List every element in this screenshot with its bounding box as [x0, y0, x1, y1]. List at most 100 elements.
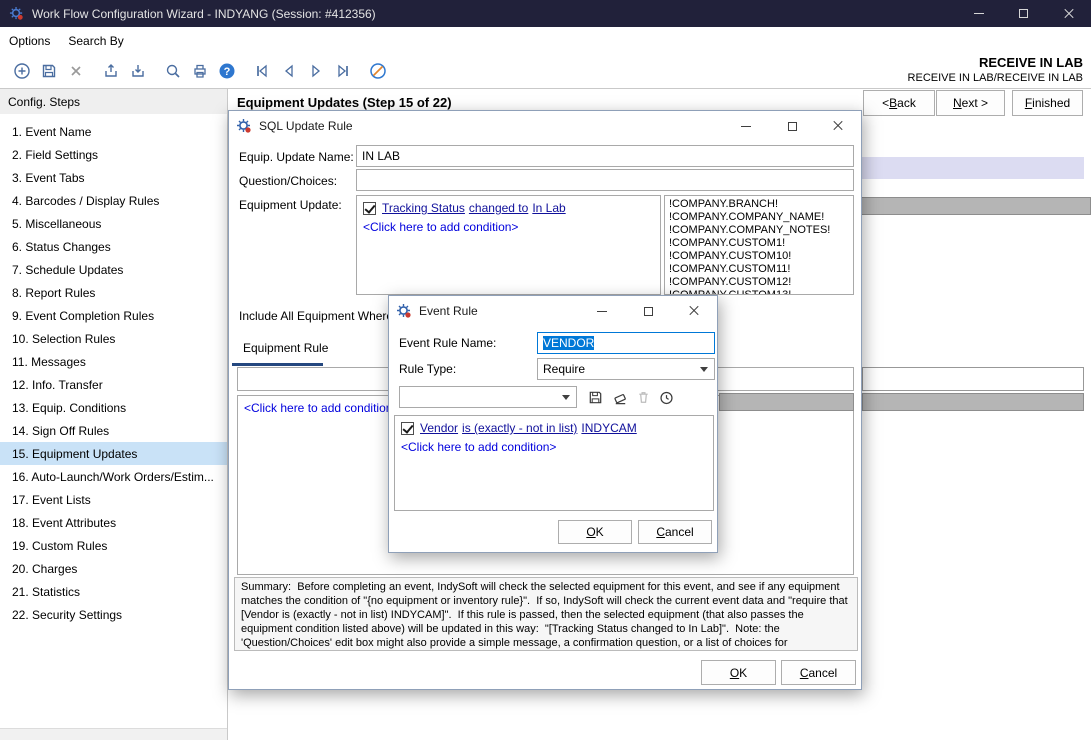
token-list-item[interactable]: !COMPANY.CUSTOM12! [667, 276, 851, 289]
print-button[interactable] [187, 58, 213, 84]
minimize-button[interactable] [956, 0, 1001, 27]
clock-icon [658, 389, 675, 406]
nav-last-button[interactable] [330, 58, 356, 84]
sidebar-item[interactable]: 16. Auto-Launch/Work Orders/Estim... [0, 465, 227, 488]
sidebar-item[interactable]: 3. Event Tabs [0, 166, 227, 189]
update-name-field[interactable]: IN LAB [356, 145, 854, 167]
menu-search-by[interactable]: Search By [59, 27, 132, 54]
close-button[interactable] [815, 111, 861, 141]
add-condition-link[interactable]: <Click here to add condition> [363, 220, 654, 234]
event-rule-checkbox[interactable] [401, 422, 414, 435]
sidebar-item[interactable]: 21. Statistics [0, 580, 227, 603]
rule-verb-link[interactable]: is (exactly - not in list) [462, 421, 577, 435]
sidebar-item[interactable]: 1. Event Name [0, 120, 227, 143]
history-button[interactable] [656, 387, 676, 407]
event-rule-dialog: Event Rule Event Rule Name: VENDOR Rule … [388, 295, 718, 553]
update-rule-checkbox[interactable] [363, 202, 376, 215]
token-list-item[interactable]: !COMPANY.COMPANY_NAME! [667, 211, 851, 224]
search-button[interactable] [160, 58, 186, 84]
rule-object-link[interactable]: INDYCAM [581, 421, 636, 435]
sidebar-item[interactable]: 19. Custom Rules [0, 534, 227, 557]
sidebar-item[interactable]: 14. Sign Off Rules [0, 419, 227, 442]
rule-subject-link[interactable]: Tracking Status [382, 201, 465, 215]
finished-button[interactable]: Finished [1012, 90, 1083, 116]
rule-subject-link[interactable]: Vendor [420, 421, 458, 435]
sidebar-item[interactable]: 20. Charges [0, 557, 227, 580]
sidebar-item[interactable]: 6. Status Changes [0, 235, 227, 258]
compass-button[interactable] [365, 58, 391, 84]
token-list-item[interactable]: !COMPANY.CUSTOM1! [667, 237, 851, 250]
delete-button[interactable] [63, 58, 89, 84]
import-button[interactable] [125, 58, 151, 84]
help-button[interactable]: ? [214, 58, 240, 84]
rule-object-link[interactable]: In Lab [532, 201, 565, 215]
sidebar-item[interactable]: 18. Event Attributes [0, 511, 227, 534]
sidebar-item[interactable]: 8. Report Rules [0, 281, 227, 304]
sidebar-item[interactable]: 12. Info. Transfer [0, 373, 227, 396]
token-list-item[interactable]: !COMPANY.BRANCH! [667, 198, 851, 211]
add-icon [13, 62, 31, 80]
save-rule-button[interactable] [585, 387, 605, 407]
tab-indicator [232, 363, 323, 366]
sidebar-item[interactable]: 22. Security Settings [0, 603, 227, 626]
token-list-item[interactable]: !COMPANY.CUSTOM10! [667, 250, 851, 263]
delete-rule-button[interactable] [633, 387, 653, 407]
save-button[interactable] [36, 58, 62, 84]
sql-cancel-button[interactable]: Cancel [781, 660, 856, 685]
rule-type-combo[interactable]: Require [537, 358, 715, 380]
background-row-header-2 [862, 393, 1084, 411]
nav-first-button[interactable] [249, 58, 275, 84]
next-button[interactable]: Next > [936, 90, 1005, 116]
sidebar-item[interactable]: 17. Event Lists [0, 488, 227, 511]
add-condition-link[interactable]: <Click here to add condition> [401, 440, 707, 454]
close-icon [1063, 8, 1075, 20]
maximize-icon [788, 122, 797, 131]
add-button[interactable] [9, 58, 35, 84]
menu-options[interactable]: Options [0, 27, 59, 54]
app-logo-icon [9, 6, 24, 21]
sidebar-item[interactable]: 5. Miscellaneous [0, 212, 227, 235]
rule-verb-link[interactable]: changed to [469, 201, 528, 215]
maximize-button[interactable] [625, 296, 671, 326]
sidebar-item[interactable]: 4. Barcodes / Display Rules [0, 189, 227, 212]
minimize-button[interactable] [723, 111, 769, 141]
nav-next-icon [307, 62, 325, 80]
config-steps-sidebar: Config. Steps 1. Event Name2. Field Sett… [0, 88, 228, 740]
event-ok-button[interactable]: OK [558, 520, 632, 544]
sidebar-item[interactable]: 9. Event Completion Rules [0, 304, 227, 327]
summary-text: Summary: Before completing an event, Ind… [241, 581, 851, 649]
sidebar-item[interactable]: 13. Equip. Conditions [0, 396, 227, 419]
close-button[interactable] [1046, 0, 1091, 27]
sidebar-item[interactable]: 2. Field Settings [0, 143, 227, 166]
back-button[interactable]: < Back [863, 90, 935, 116]
equipment-update-panel: Tracking Status changed to In Lab <Click… [356, 195, 661, 295]
sidebar-horizontal-scrollbar[interactable] [0, 728, 227, 740]
sql-ok-button[interactable]: OK [701, 660, 776, 685]
question-choices-field[interactable] [356, 169, 854, 191]
update-name-label: Equip. Update Name: [239, 150, 354, 164]
token-list-item[interactable]: !COMPANY.CUSTOM11! [667, 263, 851, 276]
equipment-rule-tab[interactable]: Equipment Rule [243, 341, 328, 355]
sidebar-item[interactable]: 7. Schedule Updates [0, 258, 227, 281]
sidebar-item[interactable]: 15. Equipment Updates [0, 442, 227, 465]
export-button[interactable] [98, 58, 124, 84]
saved-rule-combo[interactable] [399, 386, 577, 408]
nav-next-button[interactable] [303, 58, 329, 84]
nav-prev-button[interactable] [276, 58, 302, 84]
help-icon: ? [218, 62, 236, 80]
sidebar-item[interactable]: 10. Selection Rules [0, 327, 227, 350]
maximize-button[interactable] [1001, 0, 1046, 27]
event-cancel-button[interactable]: Cancel [638, 520, 712, 544]
token-list-item[interactable]: !COMPANY.COMPANY_NOTES! [667, 224, 851, 237]
window-titlebar: Work Flow Configuration Wizard - INDYANG… [0, 0, 1091, 27]
event-rule-name-field[interactable]: VENDOR [537, 332, 715, 354]
background-row-selected [856, 157, 1084, 179]
clear-rule-button[interactable] [610, 387, 630, 407]
close-button[interactable] [671, 296, 717, 326]
update-rule-line: Tracking Status changed to In Lab [363, 201, 654, 215]
minimize-button[interactable] [579, 296, 625, 326]
sidebar-item[interactable]: 11. Messages [0, 350, 227, 373]
nav-first-icon [253, 62, 271, 80]
delete-icon [67, 62, 85, 80]
maximize-button[interactable] [769, 111, 815, 141]
